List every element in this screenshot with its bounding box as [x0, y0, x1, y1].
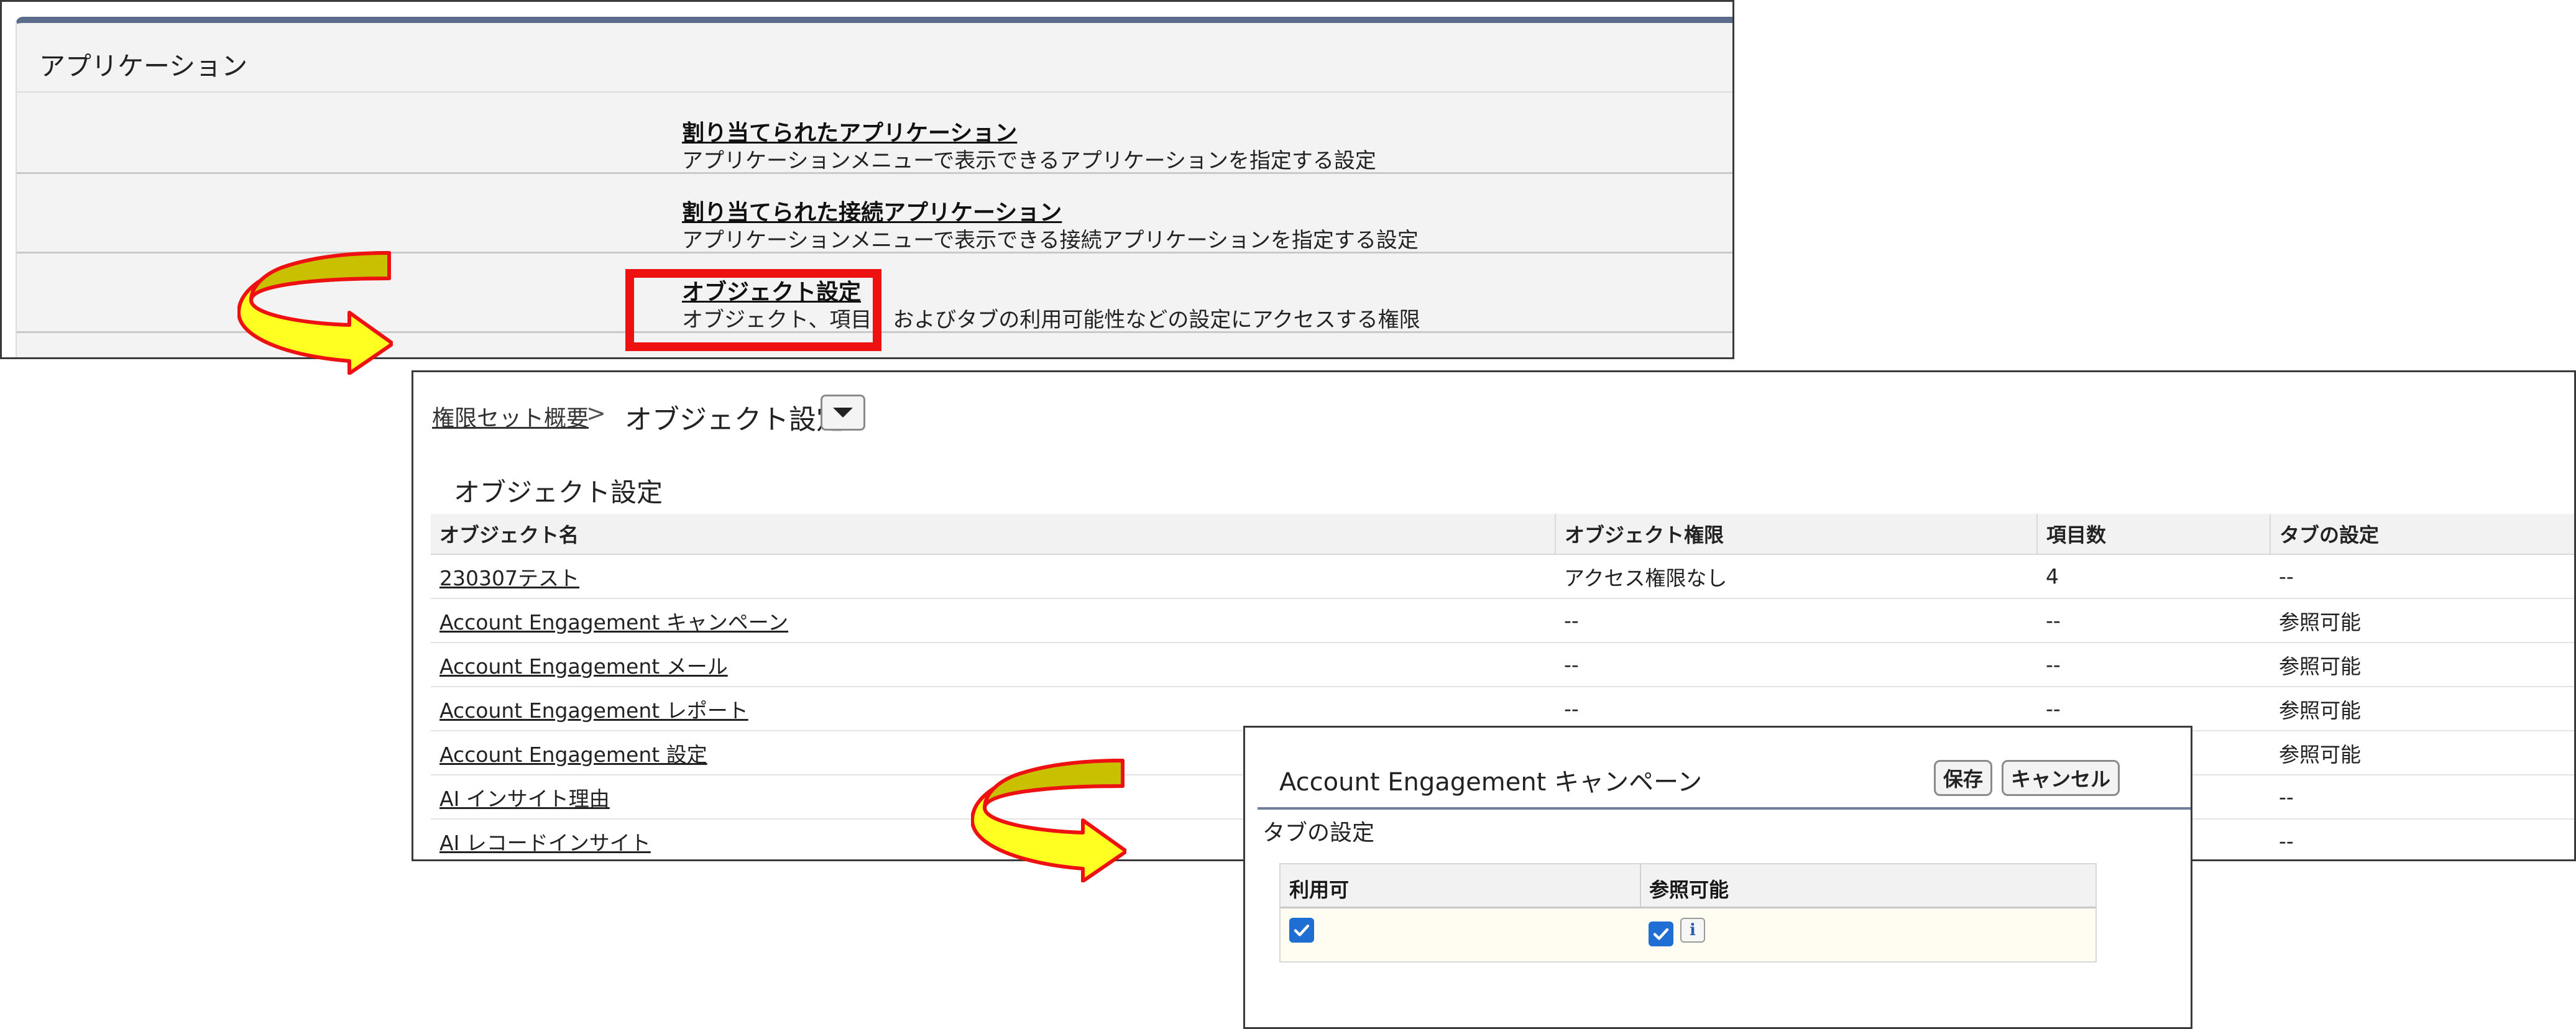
- tab-settings-header: 利用可 参照可能: [1281, 864, 2095, 908]
- caret-down-icon: [833, 408, 853, 418]
- breadcrumb-dropdown-button[interactable]: [821, 395, 865, 431]
- table-row: Account Engagement キャンペーン -- -- 参照可能: [431, 598, 2574, 643]
- object-permission-cell: アクセス権限なし: [1555, 554, 2037, 599]
- object-link[interactable]: Account Engagement キャンペーン: [431, 598, 1555, 643]
- col-object-permission[interactable]: オブジェクト権限: [1555, 514, 2038, 555]
- object-permission-cell: --: [1555, 687, 2037, 731]
- breadcrumb-separator: >: [586, 400, 606, 427]
- applications-header: アプリケーション: [17, 23, 1732, 93]
- cancel-button[interactable]: キャンセル: [2002, 760, 2120, 796]
- tab-setting-cell: 参照可能: [2270, 687, 2574, 731]
- field-count-cell: 4: [2037, 554, 2270, 599]
- object-link[interactable]: Account Engagement レポート: [431, 687, 1555, 731]
- highlight-box: [625, 269, 881, 351]
- curved-arrow-icon: [237, 251, 393, 375]
- curved-arrow-icon: [971, 759, 1126, 882]
- info-icon[interactable]: i: [1680, 918, 1705, 943]
- object-link[interactable]: 230307テスト: [431, 554, 1555, 599]
- assigned-connected-apps-desc: アプリケーションメニューで表示できる接続アプリケーションを指定する設定: [682, 228, 1419, 253]
- checkmark-icon: [1653, 928, 1669, 940]
- table-header-row: オブジェクト名 オブジェクト権限 項目数 タブの設定: [431, 514, 2574, 555]
- tab-settings-grid: 利用可 参照可能 i: [1279, 863, 2097, 963]
- field-count-cell: --: [2037, 687, 2270, 731]
- col-object-name[interactable]: オブジェクト名: [431, 514, 1556, 555]
- breadcrumb-current: オブジェクト設定: [625, 404, 844, 436]
- assigned-apps-desc: アプリケーションメニューで表示できるアプリケーションを指定する設定: [682, 149, 1376, 173]
- tab-setting-cell: 参照可能: [2270, 731, 2574, 775]
- assigned-apps-link[interactable]: 割り当てられたアプリケーション: [682, 115, 1017, 147]
- field-count-cell: --: [2037, 643, 2270, 687]
- app-setting-row: 割り当てられたアプリケーション アプリケーションメニューで表示できるアプリケーシ…: [17, 93, 1732, 174]
- col-tab-settings[interactable]: タブの設定: [2270, 514, 2574, 555]
- tab-settings-dialog: Account Engagement キャンペーン 保存 キャンセル タブの設定…: [1243, 726, 2192, 1029]
- dialog-divider: [1258, 807, 2191, 810]
- checkmark-icon: [1294, 924, 1310, 936]
- available-checkbox[interactable]: [1289, 918, 1314, 943]
- breadcrumb-permission-set[interactable]: 権限セット概要: [432, 400, 589, 432]
- tab-setting-cell: --: [2270, 775, 2574, 820]
- tab-setting-cell: --: [2270, 554, 2574, 599]
- column-divider: [1640, 864, 1641, 907]
- applications-title: アプリケーション: [39, 51, 248, 81]
- tab-setting-cell: 参照可能: [2270, 643, 2574, 687]
- visible-checkbox[interactable]: [1649, 922, 1673, 946]
- table-row: Account Engagement レポート -- -- 参照可能: [431, 687, 2574, 731]
- object-link[interactable]: Account Engagement メール: [431, 643, 1555, 687]
- col-visible: 参照可能: [1649, 878, 1729, 902]
- tab-settings-title: タブの設定: [1263, 820, 1375, 846]
- table-row: 230307テスト アクセス権限なし 4 --: [431, 554, 2574, 599]
- section-title: オブジェクト設定: [454, 477, 663, 508]
- dialog-title: Account Engagement キャンペーン: [1279, 768, 1703, 797]
- object-permission-cell: --: [1555, 643, 2037, 687]
- tab-setting-cell: 参照可能: [2270, 598, 2574, 643]
- table-row: Account Engagement メール -- -- 参照可能: [431, 643, 2574, 687]
- app-setting-row: 割り当てられた接続アプリケーション アプリケーションメニューで表示できる接続アプ…: [17, 172, 1732, 254]
- field-count-cell: --: [2037, 598, 2270, 643]
- object-permission-cell: --: [1555, 598, 2037, 643]
- assigned-connected-apps-link[interactable]: 割り当てられた接続アプリケーション: [682, 194, 1062, 227]
- col-field-count[interactable]: 項目数: [2037, 514, 2271, 555]
- tab-setting-cell: --: [2270, 819, 2574, 859]
- save-button[interactable]: 保存: [1934, 760, 1993, 796]
- col-available: 利用可: [1289, 878, 1350, 902]
